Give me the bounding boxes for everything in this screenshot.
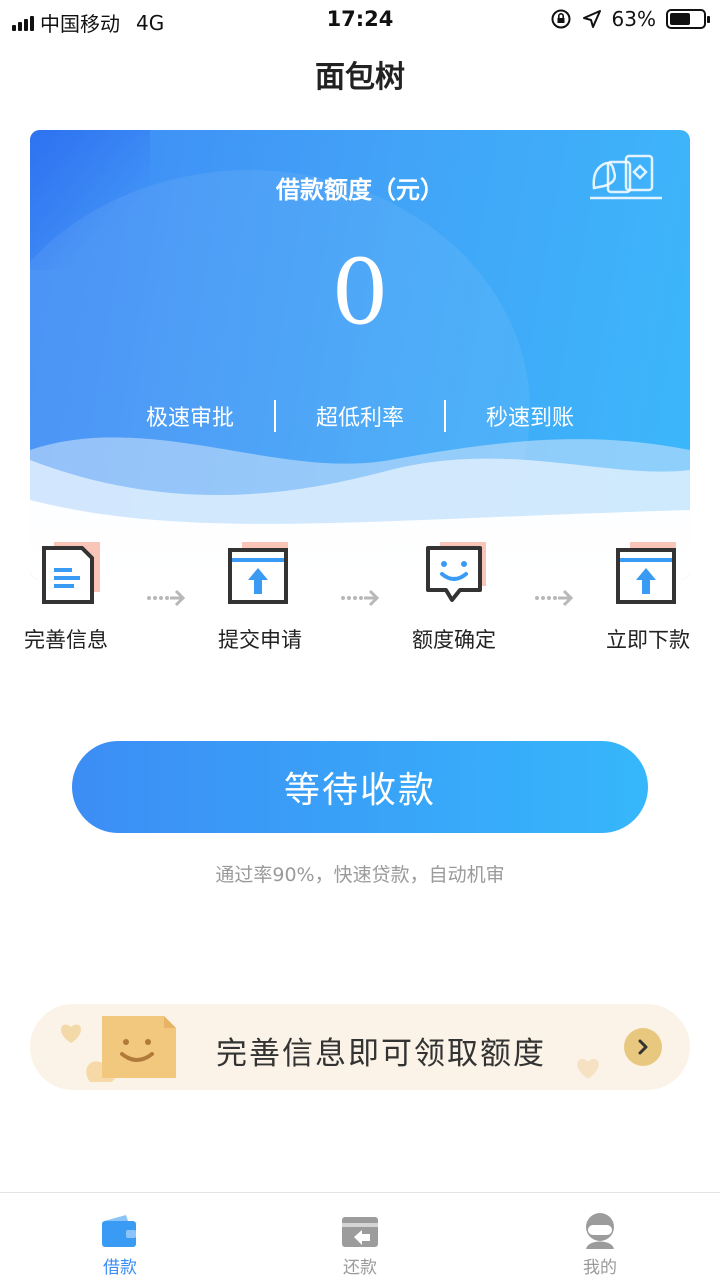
tab-borrow[interactable]: 借款 [0,1193,240,1280]
bottom-tab-bar: 借款 还款 我的 [0,1192,720,1280]
await-payment-button[interactable]: 等待收款 [72,741,648,833]
step-arrow-icon [535,589,574,607]
step-label-instant-payout: 立即下款 [606,628,690,652]
page-title: 面包树 [315,60,405,95]
loan-limit-card: 借款额度（元） 0 极速审批 超低利率 秒速到账 [30,130,690,580]
wallet-icon [102,1215,136,1247]
complete-info-banner[interactable]: 完善信息即可领取额度 [30,1004,690,1090]
tab-repay[interactable]: 还款 [240,1193,480,1280]
location-arrow-icon [582,10,601,28]
loan-limit-amount: 0 [331,240,389,345]
banner-text: 完善信息即可领取额度 [216,1036,546,1072]
step-label-submit-application: 提交申请 [218,628,302,652]
chevron-right-icon[interactable] [624,1028,662,1066]
tab-label-repay: 还款 [343,1258,377,1278]
cards-illustration-icon [590,154,662,200]
upload-window-icon [616,542,676,604]
heart-decoration-icon [61,1024,81,1043]
tab-mine[interactable]: 我的 [480,1193,720,1280]
step-arrow-icon [147,589,186,607]
upload-window-icon [228,542,288,604]
tab-label-mine: 我的 [583,1258,617,1278]
battery-percent: 63% [611,7,656,31]
battery-icon [666,9,710,29]
heart-decoration-icon [577,1058,599,1079]
step-arrow-icon [341,589,380,607]
return-card-icon [342,1217,378,1247]
step-label-complete-info: 完善信息 [24,628,108,652]
smile-bubble-icon [426,542,486,602]
rotation-lock-icon [551,9,571,29]
status-bar: 中国移动 4G 17:24 63% [0,0,720,40]
step-label-limit-confirmed: 额度确定 [412,628,496,652]
document-icon [42,542,100,604]
tab-label-borrow: 借款 [103,1258,137,1278]
card-wave-decoration [30,437,690,580]
user-icon [586,1213,614,1249]
status-right: 63% [550,7,710,31]
approval-note: 通过率90%，快速贷款，自动机审 [215,864,505,886]
smiley-envelope-icon [86,1016,176,1082]
